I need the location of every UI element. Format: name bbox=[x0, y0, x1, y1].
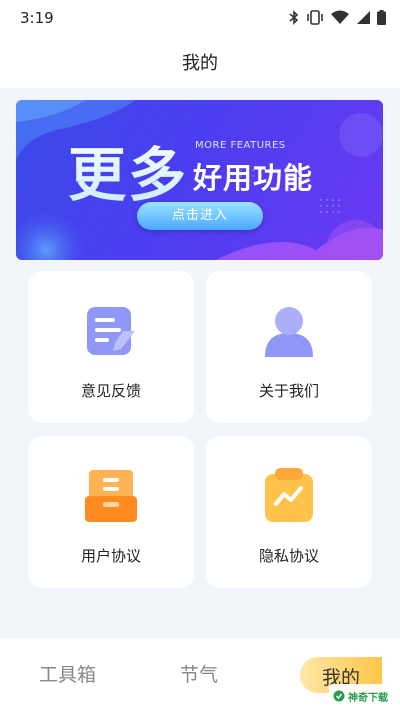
tab-toolbox[interactable]: 工具箱 bbox=[39, 660, 96, 687]
privacy-agreement-card[interactable]: 隐私协议 bbox=[206, 436, 372, 588]
enter-button[interactable]: 点击进入 bbox=[137, 202, 263, 230]
card-label: 意见反馈 bbox=[80, 382, 141, 400]
watermark-text: 神奇下载 bbox=[348, 692, 388, 704]
wifi-icon bbox=[331, 10, 349, 24]
banner-english-caption: MORE FEATURES bbox=[195, 140, 286, 151]
title-bar: 我的 bbox=[0, 36, 400, 88]
card-label: 用户协议 bbox=[80, 547, 141, 565]
more-features-banner[interactable]: 更多 MORE FEATURES 好用功能 点击进入 bbox=[16, 100, 383, 260]
signal-icon bbox=[357, 11, 370, 24]
banner-subheadline: 好用功能 bbox=[193, 161, 314, 195]
bluetooth-icon bbox=[289, 10, 299, 25]
bottom-tab-bar: 工具箱 节气 我的 神奇下载 bbox=[0, 638, 400, 711]
tab-solar-terms[interactable]: 节气 bbox=[180, 660, 218, 687]
banner-headline: 更多 bbox=[68, 128, 188, 212]
about-us-card[interactable]: 关于我们 bbox=[206, 271, 372, 423]
archive-box-icon bbox=[85, 470, 137, 522]
vibrate-icon bbox=[307, 10, 323, 25]
feedback-card[interactable]: 意见反馈 bbox=[28, 271, 194, 423]
card-label: 隐私协议 bbox=[258, 547, 319, 565]
feedback-note-icon bbox=[87, 307, 135, 355]
page-title: 我的 bbox=[182, 53, 218, 74]
user-profile-icon bbox=[265, 307, 313, 357]
user-agreement-card[interactable]: 用户协议 bbox=[28, 436, 194, 588]
watermark: 神奇下载 bbox=[329, 684, 394, 708]
clipboard-chart-icon bbox=[265, 468, 313, 522]
card-label: 关于我们 bbox=[258, 382, 319, 400]
battery-icon bbox=[377, 10, 386, 25]
status-bar: 3:19 bbox=[0, 0, 400, 36]
status-icons bbox=[289, 10, 386, 25]
status-time: 3:19 bbox=[20, 9, 54, 27]
watermark-logo-icon bbox=[333, 690, 345, 702]
